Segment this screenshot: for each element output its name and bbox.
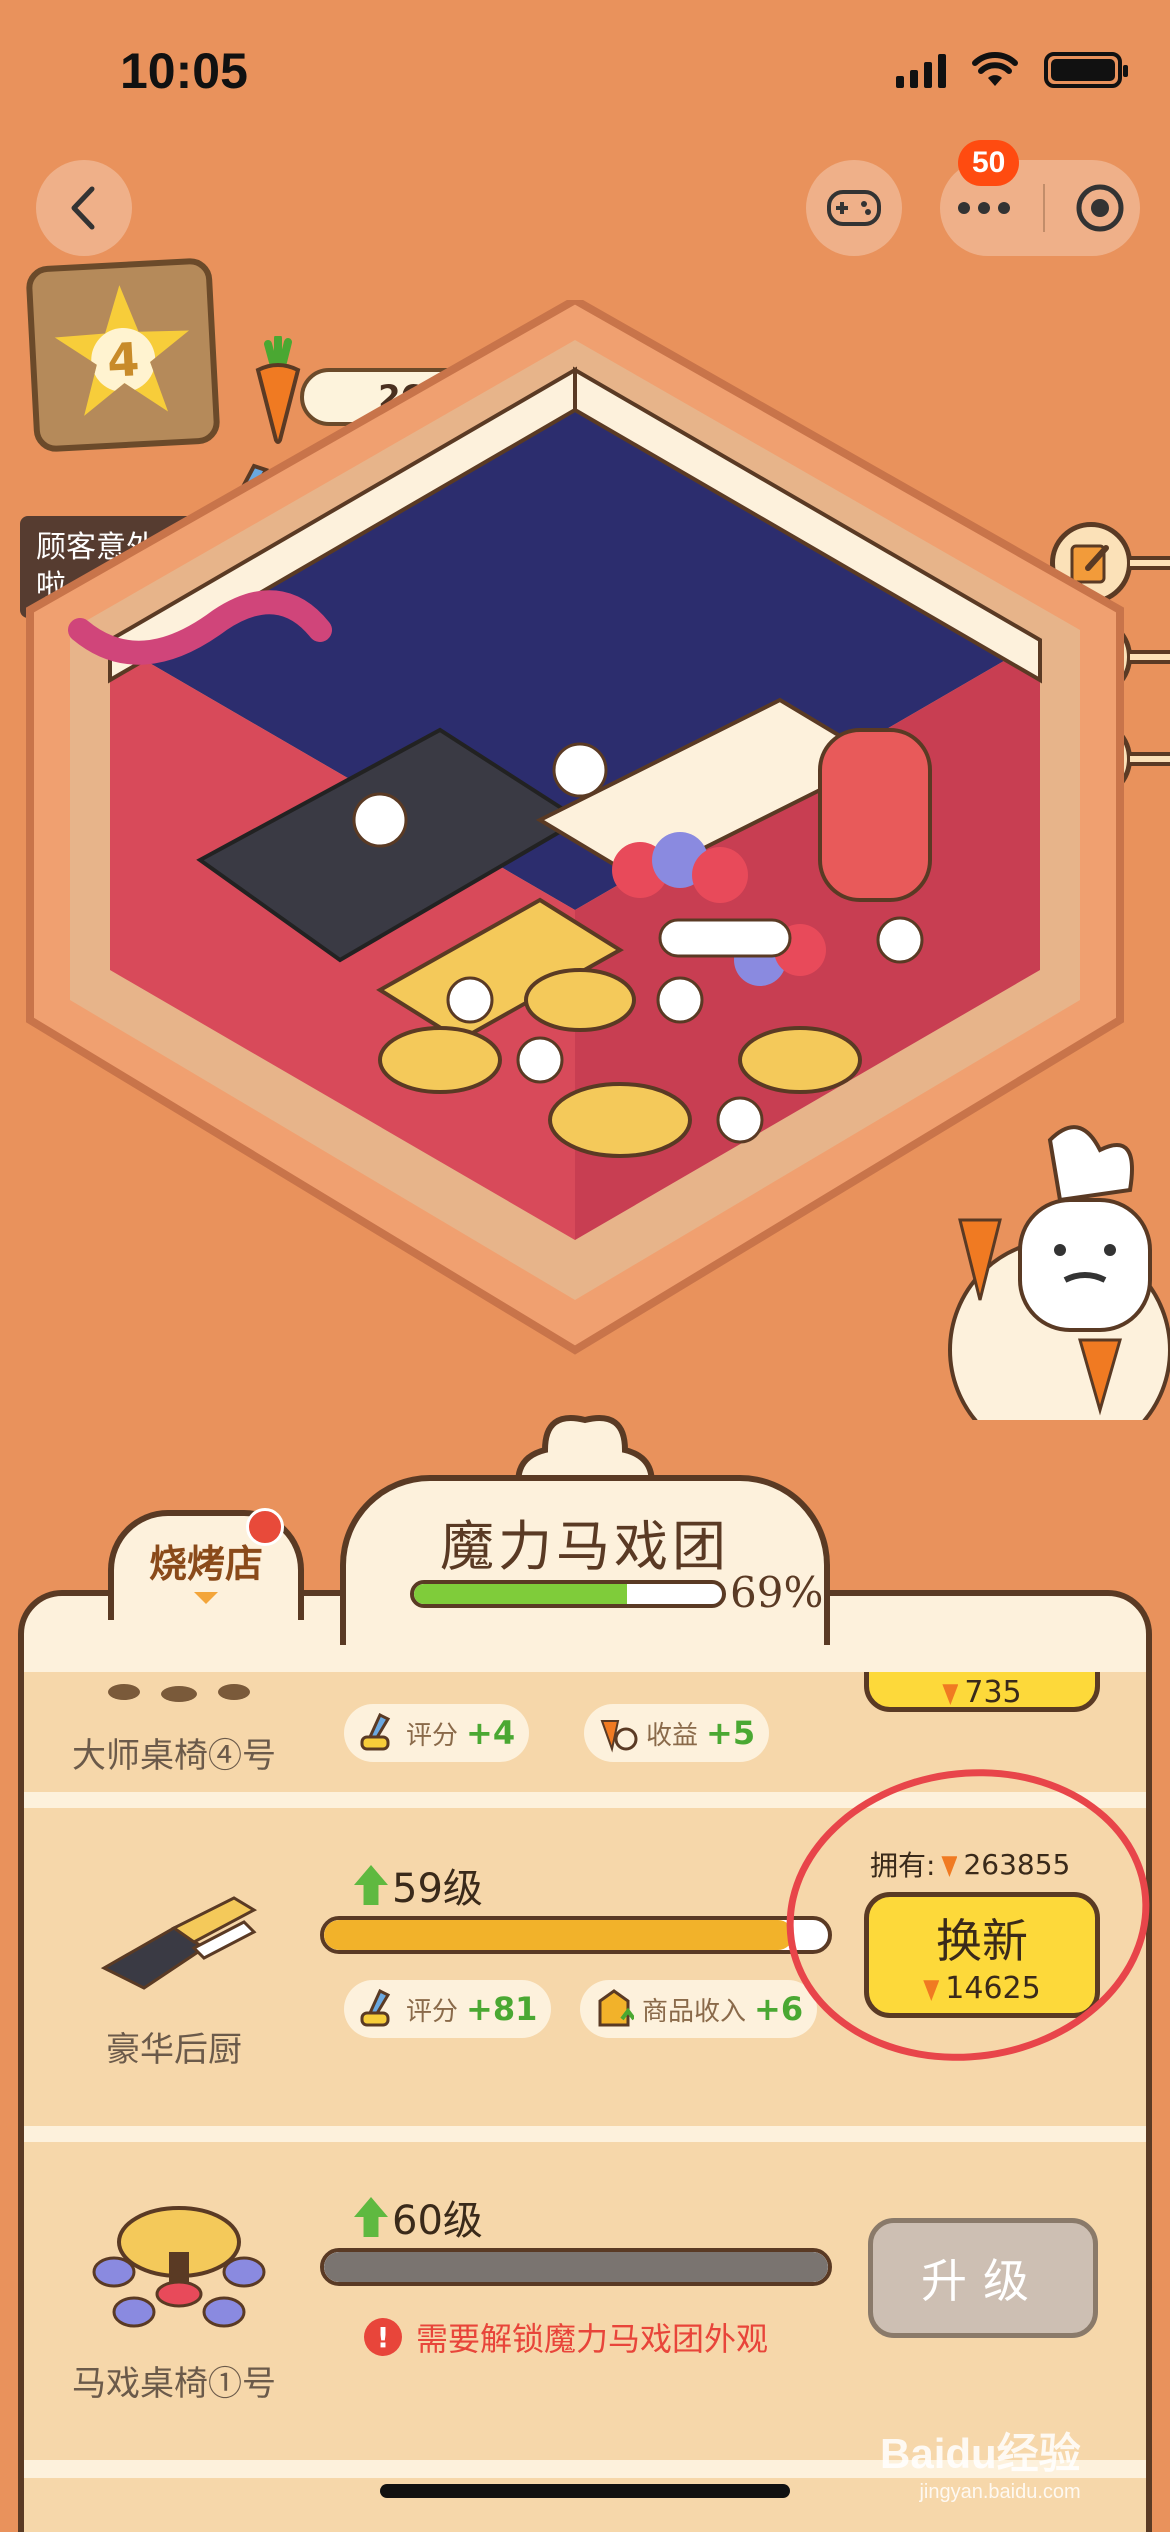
game-controller-button[interactable] xyxy=(806,160,902,256)
level-progress-bar xyxy=(320,2248,832,2286)
shop-tab-label: 烧烤店 xyxy=(148,1540,263,1586)
item-name: 豪华后厨 xyxy=(106,2030,242,2070)
gamepad-icon xyxy=(827,190,881,226)
price-tag-icon xyxy=(598,1989,634,2027)
status-time: 10:05 xyxy=(120,43,248,99)
item-level: 59级 xyxy=(354,1856,483,1914)
stat-rating: 评分 +4 xyxy=(344,1704,530,1762)
kitchen-thumbnail xyxy=(100,1896,258,1990)
battery-icon xyxy=(1044,52,1128,88)
level-progress-bar xyxy=(320,1916,832,1954)
chef-rabbit-mascot[interactable] xyxy=(940,1120,1170,1420)
notification-badge: 50 xyxy=(958,140,1020,186)
price-value: 735 xyxy=(964,1674,1022,1710)
theme-progress-bar xyxy=(410,1580,726,1608)
item-level: 60级 xyxy=(354,2188,483,2246)
stat-value: +5 xyxy=(706,1714,756,1752)
stat-label: 商品收入 xyxy=(642,1996,747,2027)
item-name: 马戏桌椅①号 xyxy=(72,2364,276,2404)
chevron-left-icon xyxy=(71,186,95,230)
rating-icon xyxy=(360,1713,391,1751)
level-progress-fill xyxy=(324,2252,828,2282)
red-dot-badge xyxy=(246,1508,284,1546)
status-icons xyxy=(896,52,1128,88)
stat-value: +81 xyxy=(466,1990,538,2028)
home-indicator[interactable] xyxy=(380,2484,790,2498)
carrot-clock-icon xyxy=(600,1720,638,1753)
stat-income: 收益 +5 xyxy=(584,1704,770,1762)
stat-product-income: 商品收入 +6 xyxy=(580,1980,818,2038)
warning-icon: ! xyxy=(364,2318,402,2356)
wifi-icon xyxy=(972,52,1018,86)
theme-progress-label: 69% xyxy=(730,1568,824,1617)
level-label: 59级 xyxy=(392,1866,483,1912)
stat-rating: 评分 +81 xyxy=(344,1980,552,2038)
locked-notice-text: 需要解锁魔力马戏团外观 xyxy=(416,2320,769,2358)
close-target-icon[interactable] xyxy=(1074,182,1126,234)
level-up-arrow-icon xyxy=(354,2197,388,2237)
stat-label: 评分 xyxy=(406,1720,459,1751)
stat-value: +6 xyxy=(754,1990,804,2028)
locked-notice: ! 需要解锁魔力马戏团外观 xyxy=(364,2314,768,2360)
more-dots-icon[interactable] xyxy=(954,198,1014,218)
watermark-brand: Baidu经验 xyxy=(880,2430,1081,2477)
watermark-url: jingyan.baidu.com xyxy=(919,2481,1081,2503)
stat-label: 评分 xyxy=(406,1996,459,2027)
back-button[interactable] xyxy=(36,160,132,256)
side-rail xyxy=(1130,650,1170,664)
rating-icon xyxy=(360,1989,391,2027)
level-progress-fill xyxy=(324,1920,793,1950)
stat-value: +4 xyxy=(466,1714,516,1752)
stat-label: 收益 xyxy=(646,1720,699,1751)
list-item: 马戏桌椅①号 60级 ! 需要解锁魔力马戏团外观 升级 xyxy=(24,2142,1146,2460)
level-label: 60级 xyxy=(392,2198,483,2244)
item-name: 大师桌椅④号 xyxy=(72,1736,276,1776)
price: 735 xyxy=(942,1674,1022,1710)
table-chair-thumbnail xyxy=(108,1684,250,1702)
side-rail xyxy=(1130,752,1170,766)
baidu-watermark: Baidu经验 jingyan.baidu.com xyxy=(880,2420,1081,2504)
side-rail xyxy=(1130,556,1170,570)
carrot-icon xyxy=(942,1684,959,1705)
theme-progress-fill xyxy=(414,1584,627,1604)
upgrade-button-disabled[interactable]: 升级 xyxy=(868,2218,1098,2338)
upgrade-button[interactable]: 735 xyxy=(864,1672,1100,1712)
chevron-down-icon xyxy=(194,1591,218,1604)
level-up-arrow-icon xyxy=(354,1865,388,1905)
circus-table-thumbnail xyxy=(92,2206,266,2328)
cellular-signal-icon xyxy=(896,52,946,88)
